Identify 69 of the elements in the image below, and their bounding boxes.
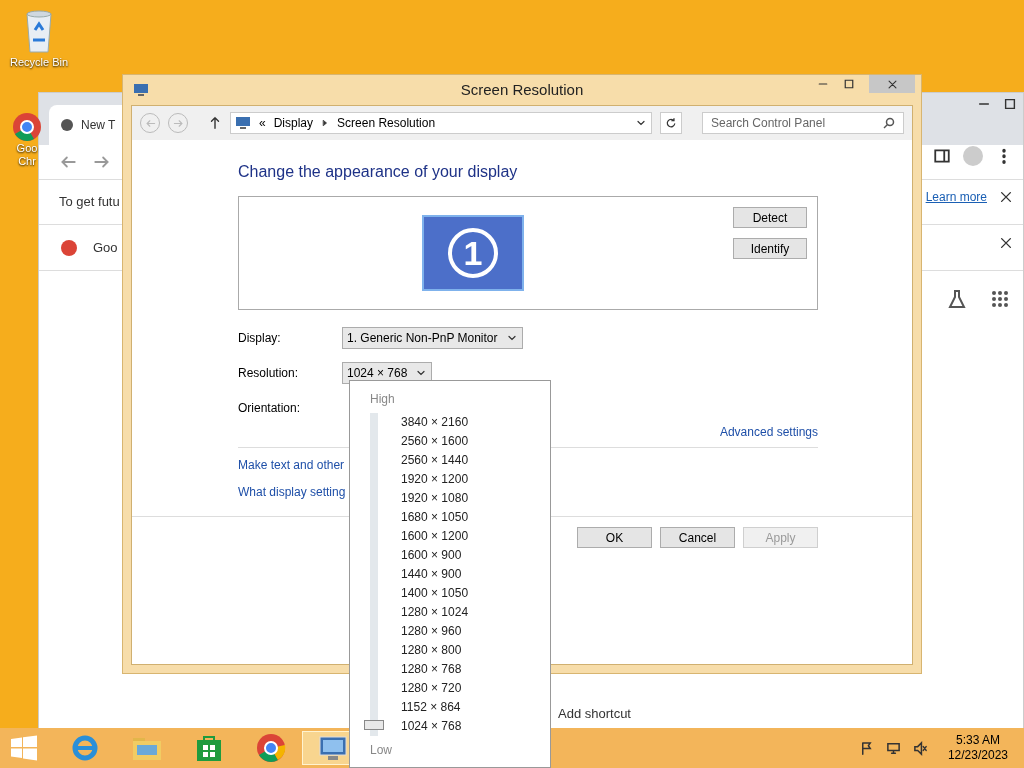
monitor-icon — [318, 734, 348, 762]
resolution-option[interactable]: 1400 × 1050 — [401, 584, 469, 603]
monitor-drawing[interactable]: 1 — [422, 215, 524, 291]
resolution-option[interactable]: 1280 × 800 — [401, 641, 462, 660]
forward-arrow-icon — [172, 117, 184, 129]
shortcut-label[interactable]: Add shortcut — [558, 704, 631, 724]
search-field[interactable]: Search Control Panel — [702, 112, 904, 134]
resolution-option[interactable]: 2560 × 1440 — [401, 451, 469, 470]
clock-date[interactable]: 12/23/2023 — [947, 748, 1008, 763]
advanced-settings-link[interactable]: Advanced settings — [719, 423, 818, 441]
side-button[interactable]: Detect — [733, 207, 807, 228]
monitor-icon — [235, 116, 251, 130]
resolution-option[interactable]: 2560 × 1600 — [401, 432, 469, 451]
resolution-option[interactable]: 1600 × 1200 — [401, 527, 469, 546]
network-icon[interactable] — [885, 740, 901, 756]
dropdown-field[interactable]: 1. Generic Non-PnP Monitor — [342, 327, 523, 349]
slider-end-label: High — [370, 391, 395, 407]
close-icon — [886, 78, 898, 90]
monitor-icon — [133, 83, 149, 97]
slider-end-label: Low — [370, 742, 392, 758]
close-icon[interactable] — [999, 190, 1013, 204]
slider-thumb[interactable] — [364, 720, 384, 730]
field-label: Orientation: — [238, 400, 302, 417]
field-label: Display: — [238, 330, 282, 347]
maximize-button[interactable] — [1003, 97, 1017, 111]
breadcrumb-item[interactable]: Display — [273, 114, 314, 132]
address-bar[interactable]: « Display Screen Resolution — [230, 112, 652, 134]
refresh-button[interactable] — [660, 112, 682, 134]
breadcrumb-arrow-icon[interactable] — [321, 119, 330, 127]
resolution-option[interactable]: 1920 × 1200 — [401, 470, 469, 489]
close-icon[interactable] — [999, 236, 1013, 250]
back-arrow-icon — [144, 117, 156, 129]
speaker-muted-icon[interactable] — [912, 740, 928, 756]
apps-grid-icon[interactable] — [991, 290, 1009, 308]
field-label: Resolution: — [238, 365, 300, 382]
flask-icon[interactable] — [947, 289, 967, 309]
maximize-button[interactable] — [843, 78, 855, 90]
up-button[interactable] — [208, 116, 222, 130]
resolution-option[interactable]: 1280 × 1024 — [401, 603, 469, 622]
page-heading: Change the appearance of your display — [238, 162, 518, 182]
side-button[interactable]: Identify — [733, 238, 807, 259]
notice-text: To get futu — [59, 193, 120, 212]
breadcrumb-item[interactable]: Screen Resolution — [337, 114, 436, 132]
dialog-button[interactable]: OK — [577, 527, 652, 548]
resolution-option[interactable]: 1600 × 900 — [401, 546, 462, 565]
folder-icon — [132, 735, 162, 761]
sidebar-icon[interactable] — [933, 147, 951, 165]
search-icon — [883, 117, 895, 129]
resolution-option[interactable]: 1152 × 864 — [401, 698, 461, 717]
breadcrumb-overflow[interactable]: « — [259, 114, 266, 132]
search-suggestion[interactable]: Goo — [93, 237, 118, 258]
clock-time[interactable]: 5:33 AM — [955, 733, 1000, 748]
help-link[interactable]: Make text and other — [238, 456, 345, 474]
resolution-option[interactable]: 3840 × 2160 — [401, 413, 469, 432]
dialog-button[interactable]: Cancel — [660, 527, 735, 548]
help-link[interactable]: What display setting — [238, 483, 346, 501]
shopping-bag-icon — [196, 734, 222, 762]
e-logo-icon — [70, 733, 100, 763]
resolution-option[interactable]: 1280 × 768 — [401, 660, 462, 679]
monitor-number: 1 — [448, 228, 498, 278]
resolution-option[interactable]: 1024 × 768 — [401, 717, 462, 736]
refresh-icon — [665, 117, 677, 129]
learn-more-link[interactable]: Learn more — [925, 188, 987, 206]
resolution-option[interactable]: 1440 × 900 — [401, 565, 462, 584]
window-title: Screen Resolution — [460, 79, 584, 100]
resolution-option[interactable]: 1280 × 720 — [401, 679, 462, 698]
resolution-option[interactable]: 1680 × 1050 — [401, 508, 469, 527]
resolution-option[interactable]: 1920 × 1080 — [401, 489, 469, 508]
resolution-option[interactable]: 1280 × 960 — [401, 622, 462, 641]
